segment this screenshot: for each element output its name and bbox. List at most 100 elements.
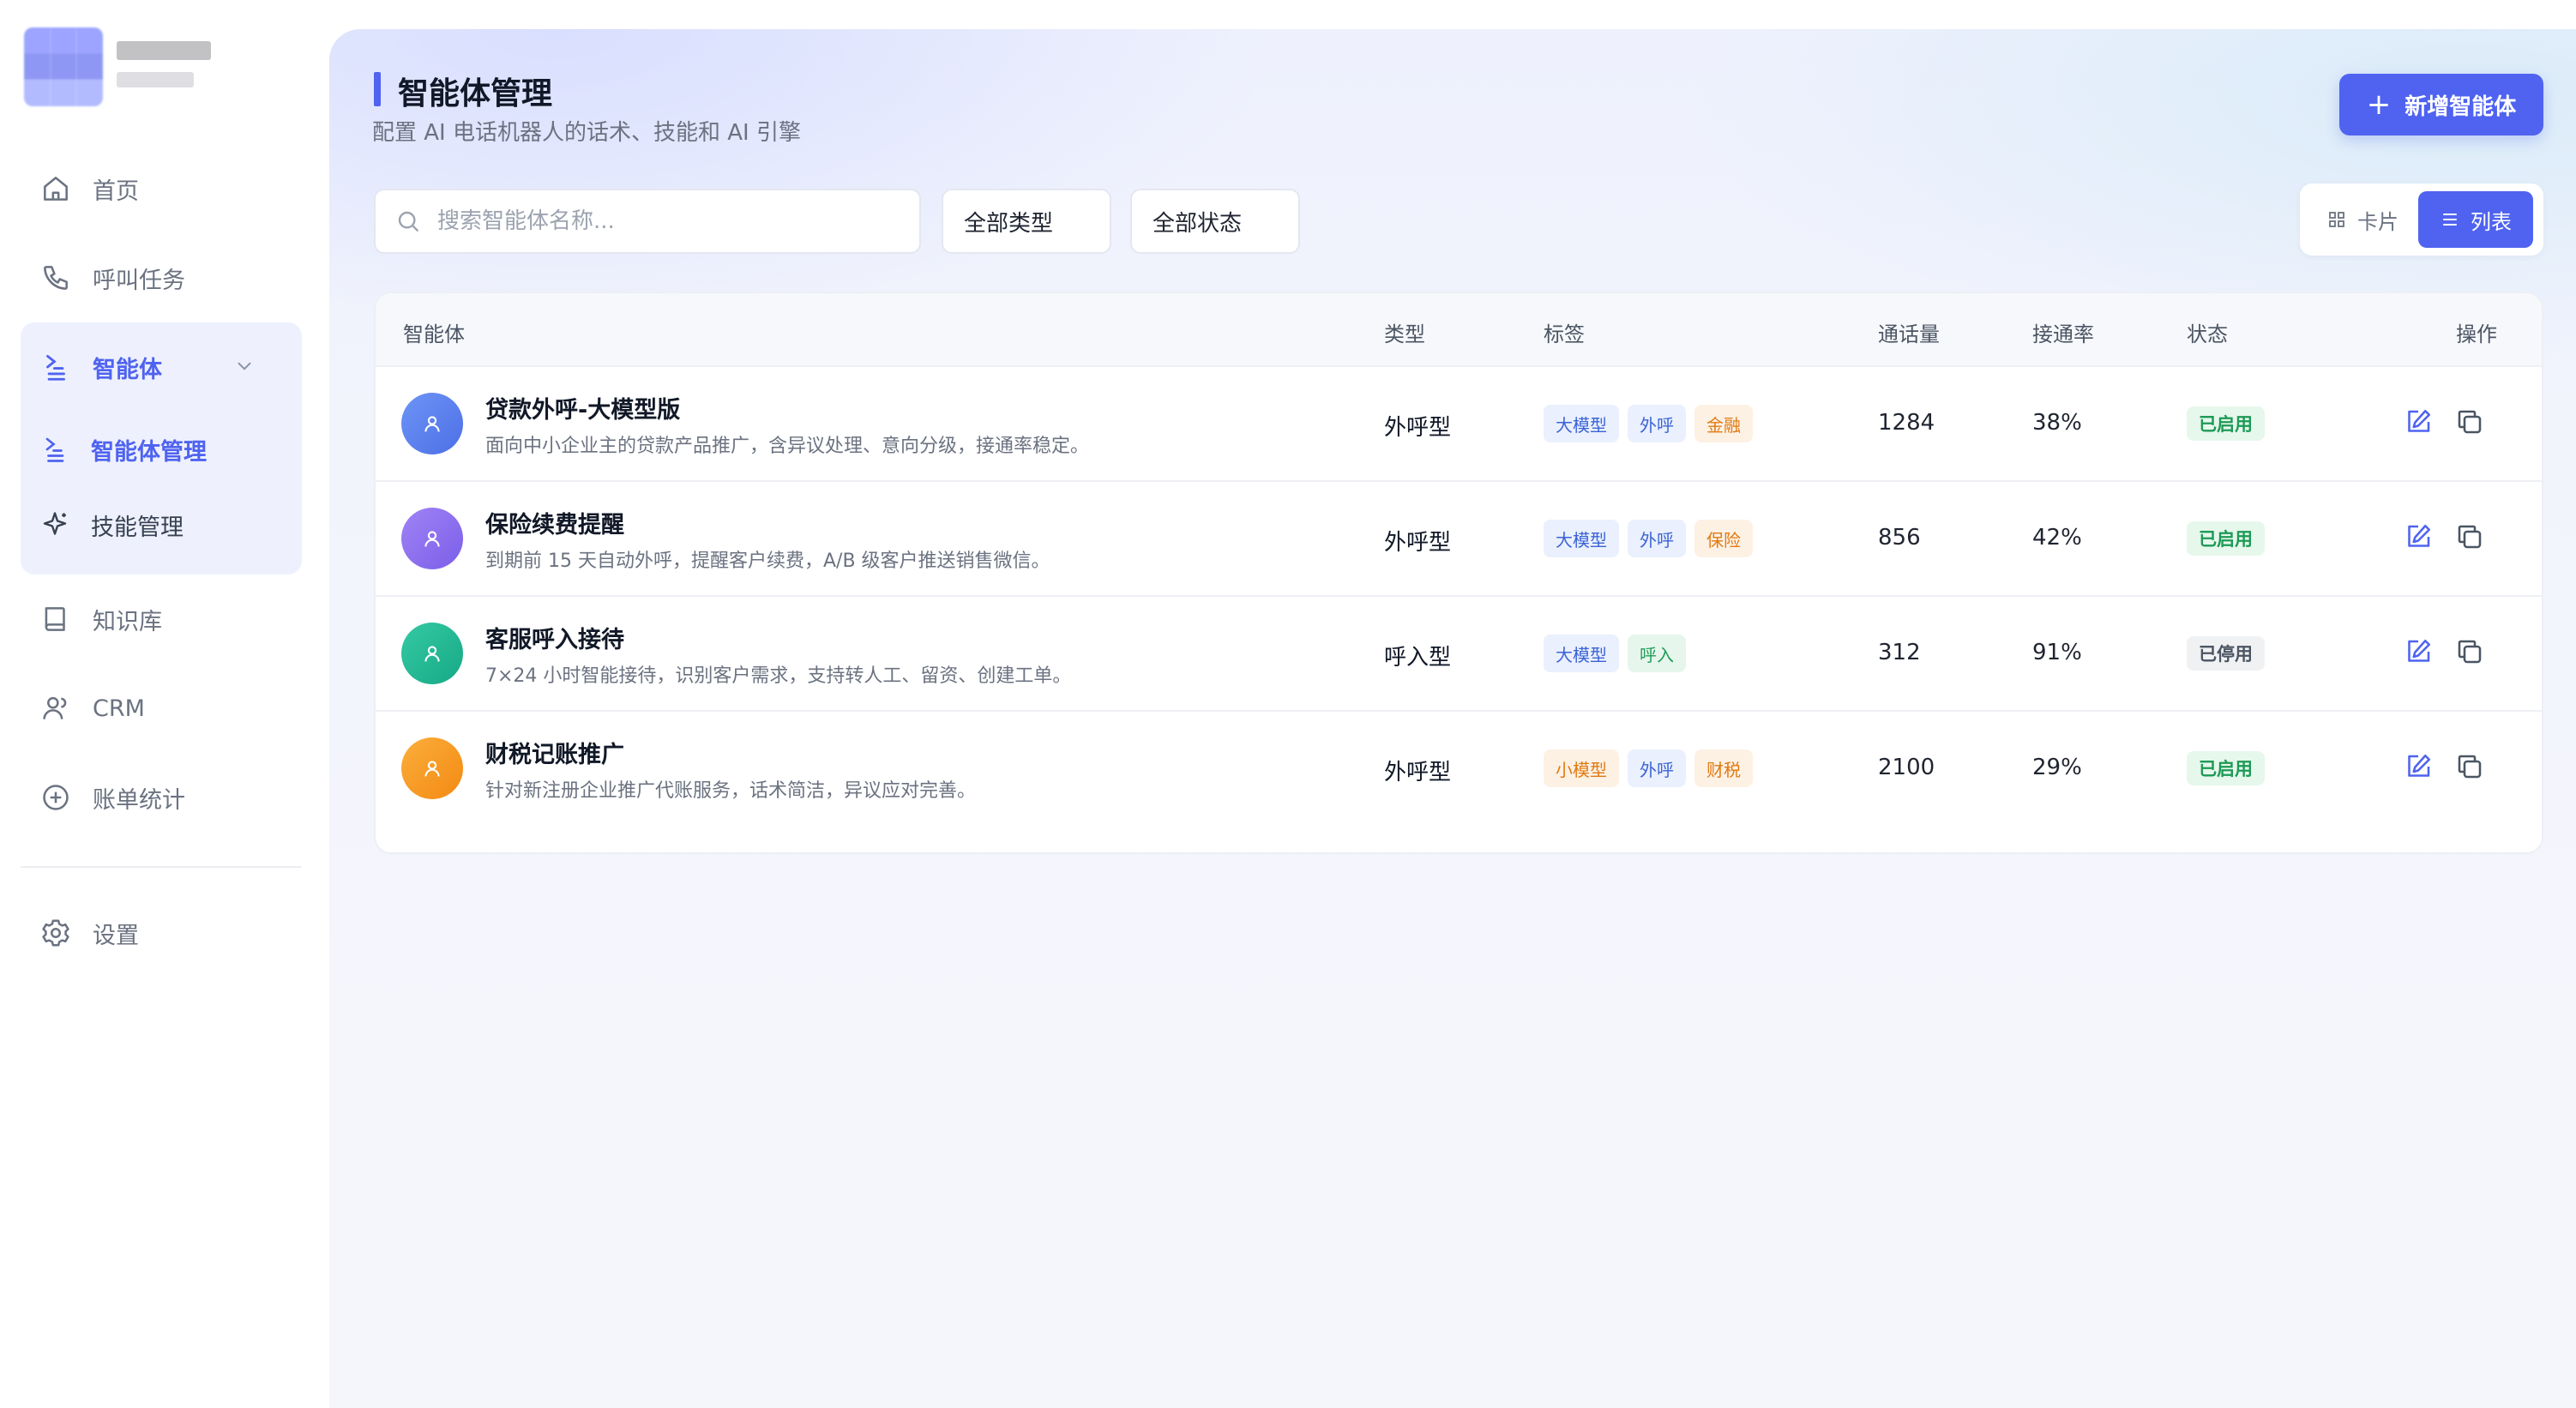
tag: 小模型 (1544, 749, 1619, 787)
list-view-label: 列表 (2471, 209, 2512, 234)
copy-icon[interactable] (2454, 406, 2485, 437)
sidebar-item-settings[interactable]: 设置 (21, 888, 302, 978)
user-icon (424, 531, 440, 547)
tag: 大模型 (1544, 635, 1619, 672)
status-badge: 已停用 (2187, 636, 2265, 671)
type-select-value: 全部类型 (964, 210, 1054, 237)
tag: 外呼 (1628, 749, 1686, 787)
plus-circle-icon (43, 785, 69, 810)
sidebar-divider (21, 866, 302, 868)
list-icon (2443, 214, 2457, 226)
add-agent-button[interactable]: + 新增智能体 (2339, 74, 2543, 135)
column-header-agent: 智能体 (403, 322, 465, 346)
sidebar-item-label: 知识库 (93, 608, 162, 635)
agent-description: 到期前 15 天自动外呼，提醒客户续费，A/B 级客户推送销售微信。 (485, 551, 1050, 572)
brand-logo (24, 27, 103, 106)
list-view-button[interactable]: 列表 (2418, 191, 2533, 248)
column-header-status: 状态 (2187, 322, 2228, 346)
page-subtitle: 配置 AI 电话机器人的话术、技能和 AI 引擎 (372, 120, 801, 146)
add-agent-label: 新增智能体 (2404, 93, 2517, 120)
sidebar-item-call-tasks[interactable]: 呼叫任务 (21, 233, 302, 322)
column-header-tags: 标签 (1544, 322, 1585, 346)
home-icon (44, 177, 68, 201)
brand-name-blurred (117, 41, 211, 60)
agent-icon (45, 437, 64, 462)
chevron-down-icon[interactable] (233, 355, 256, 377)
grid-icon (2329, 212, 2344, 227)
edit-icon[interactable] (2403, 751, 2434, 782)
type-select[interactable]: 全部类型 (942, 189, 1111, 254)
agent-avatar (401, 508, 463, 569)
status-badge: 已启用 (2187, 751, 2265, 785)
user-icon (43, 696, 67, 719)
call-volume: 856 (1878, 525, 1921, 551)
tag: 大模型 (1544, 520, 1619, 557)
edit-icon[interactable] (2403, 521, 2434, 552)
agent-description: 7×24 小时智能接待，识别客户需求，支持转人工、留资、创建工单。 (485, 665, 1072, 687)
sidebar-item-billing[interactable]: 账单统计 (21, 753, 302, 842)
search-input[interactable] (437, 208, 900, 234)
call-volume: 312 (1878, 640, 1921, 665)
card-view-label: 卡片 (2357, 209, 2398, 234)
call-volume: 2100 (1878, 755, 1935, 780)
tag: 大模型 (1544, 405, 1619, 442)
sidebar-item-knowledge-base[interactable]: 知识库 (21, 575, 302, 664)
agent-description: 针对新注册企业推广代账服务，话术简洁，异议应对完善。 (485, 780, 977, 802)
user-icon (424, 646, 440, 662)
tag: 保险 (1694, 520, 1753, 557)
agent-avatar (401, 737, 463, 799)
sidebar-item-label: 智能体管理 (91, 438, 207, 466)
tag: 呼入 (1628, 635, 1686, 672)
sidebar-item-home[interactable]: 首页 (21, 144, 302, 233)
edit-icon[interactable] (2403, 406, 2434, 437)
gear-icon (42, 919, 69, 947)
table-row[interactable]: 保险续费提醒 到期前 15 天自动外呼，提醒客户续费，A/B 级客户推送销售微信… (376, 480, 2542, 595)
search-icon (398, 211, 418, 232)
edit-icon[interactable] (2403, 636, 2434, 667)
connect-rate: 38% (2032, 410, 2082, 436)
book-icon (45, 607, 65, 631)
table-row[interactable]: 客服呼入接待 7×24 小时智能接待，识别客户需求，支持转人工、留资、创建工单。… (376, 595, 2542, 710)
column-header-rate: 接通率 (2032, 322, 2094, 346)
sparkle-icon (43, 512, 67, 535)
status-badge: 已启用 (2187, 406, 2265, 441)
tag: 外呼 (1628, 520, 1686, 557)
phone-icon (44, 266, 68, 290)
column-header-actions: 操作 (2456, 322, 2497, 346)
table-row[interactable]: 财税记账推广 针对新注册企业推广代账服务，话术简洁，异议应对完善。 外呼型 小模… (376, 710, 2542, 825)
sidebar-item-label: 呼叫任务 (93, 267, 185, 294)
card-view-button[interactable]: 卡片 (2307, 191, 2418, 248)
sidebar: 首页 呼叫任务 智能体 智能体管理 技能管理 知识库 CRM 账单统计 设置 (0, 0, 329, 1408)
connect-rate: 42% (2032, 525, 2082, 551)
agent-type: 呼入型 (1384, 645, 1452, 671)
brand-subtitle-blurred (117, 72, 194, 87)
sidebar-item-label: 智能体 (93, 356, 162, 383)
sidebar-item-skill-management[interactable]: 技能管理 (21, 487, 302, 563)
sidebar-group-agents: 智能体 智能体管理 技能管理 (21, 322, 302, 575)
agent-name[interactable]: 客服呼入接待 (485, 621, 624, 654)
sidebar-item-crm[interactable]: CRM (21, 664, 302, 753)
copy-icon[interactable] (2454, 636, 2485, 667)
sidebar-nav: 首页 呼叫任务 智能体 智能体管理 技能管理 知识库 CRM 账单统计 设置 (21, 144, 302, 978)
agents-table: 智能体 类型 标签 通话量 接通率 状态 操作 贷款外呼-大模型版 面向中小企业… (374, 292, 2543, 854)
agent-description: 面向中小企业主的贷款产品推广，含异议处理、意向分级，接通率稳定。 (485, 436, 1090, 457)
agent-type: 外呼型 (1384, 760, 1452, 785)
table-header: 智能体 类型 标签 通话量 接通率 状态 操作 (376, 293, 2542, 365)
tag: 外呼 (1628, 405, 1686, 442)
agent-name[interactable]: 保险续费提醒 (485, 506, 624, 539)
table-row[interactable]: 贷款外呼-大模型版 面向中小企业主的贷款产品推广，含异议处理、意向分级，接通率稳… (376, 365, 2542, 480)
copy-icon[interactable] (2454, 751, 2485, 782)
agent-avatar (401, 623, 463, 684)
sidebar-item-agents[interactable]: 智能体 (21, 322, 302, 412)
search-box[interactable] (374, 189, 921, 254)
sidebar-item-agent-management[interactable]: 智能体管理 (21, 412, 302, 487)
agent-name[interactable]: 贷款外呼-大模型版 (485, 391, 680, 424)
agent-name[interactable]: 财税记账推广 (485, 736, 624, 769)
sidebar-item-label: 设置 (93, 922, 139, 949)
agent-tags: 小模型 外呼 财税 (1544, 749, 1753, 787)
sidebar-item-label: 技能管理 (91, 514, 184, 541)
brand[interactable] (24, 27, 230, 106)
call-volume: 1284 (1878, 410, 1935, 436)
status-select[interactable]: 全部状态 (1130, 189, 1300, 254)
copy-icon[interactable] (2454, 521, 2485, 552)
